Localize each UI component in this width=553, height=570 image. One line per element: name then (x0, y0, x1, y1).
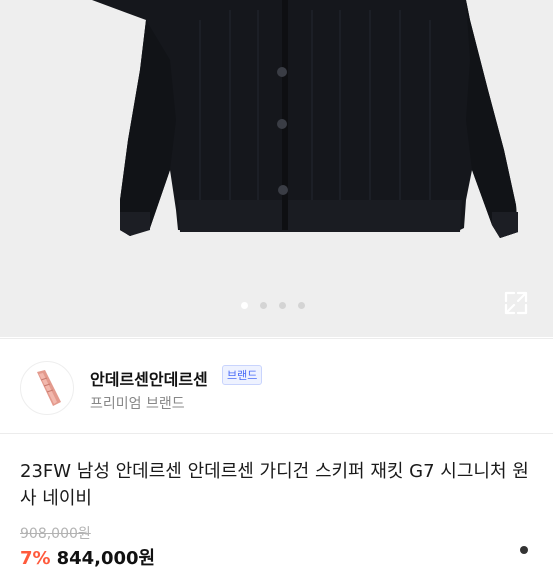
pagination-dot[interactable] (241, 302, 248, 309)
product-image-gallery[interactable] (0, 0, 553, 337)
sale-price-row: 7% 844,000원 (20, 544, 155, 570)
pagination-dot[interactable] (260, 302, 267, 309)
sale-price: 844,000원 (56, 548, 156, 569)
discount-rate: 7% (20, 548, 51, 569)
product-title: 23FW 남성 안데르센 안데르센 가디건 스키퍼 재킷 G7 시그니처 원사 … (20, 461, 529, 509)
cardigan-photo (92, 0, 518, 238)
brand-name[interactable]: 안데르센안데르센 (90, 366, 208, 390)
gallery-pagination (241, 302, 305, 309)
expand-icon[interactable] (503, 290, 529, 316)
original-price: 908,000원 (20, 526, 91, 542)
pagination-dot[interactable] (298, 302, 305, 309)
brand-logo (20, 361, 74, 415)
pagination-dot[interactable] (279, 302, 286, 309)
brand-row[interactable]: 안데르센안데르센 브랜드 프리미엄 브랜드 (0, 338, 553, 434)
brand-badge: 브랜드 (222, 365, 263, 385)
brand-subtitle: 프리미엄 브랜드 (90, 396, 185, 412)
